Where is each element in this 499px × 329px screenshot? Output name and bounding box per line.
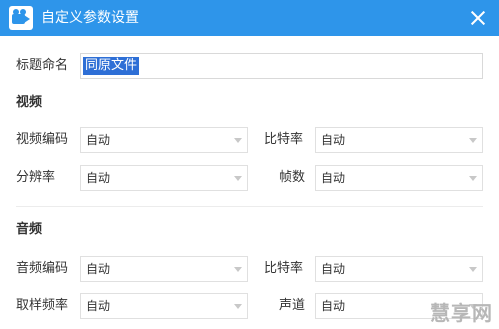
- video-bitrate-label: 比特率: [264, 132, 304, 147]
- dialog-title: 自定义参数设置: [41, 10, 139, 26]
- framerate-label: 帧数: [279, 170, 306, 185]
- channel-value: 自动: [321, 299, 346, 313]
- audio-codec-value: 自动: [86, 262, 111, 276]
- samplerate-value: 自动: [86, 299, 111, 313]
- video-bitrate-select[interactable]: 自动: [315, 127, 483, 153]
- video-section-title: 视频: [16, 95, 43, 110]
- samplerate-label: 取样频率: [16, 298, 69, 313]
- framerate-select[interactable]: 自动: [315, 165, 483, 191]
- audio-section-title: 音频: [16, 222, 43, 237]
- chevron-down-icon: [234, 176, 242, 181]
- chevron-down-icon: [234, 304, 242, 309]
- title-name-label: 标题命名: [16, 58, 69, 73]
- video-codec-label: 视频编码: [16, 132, 69, 147]
- chevron-down-icon: [469, 267, 477, 272]
- chevron-down-icon: [234, 138, 242, 143]
- chevron-down-icon: [469, 176, 477, 181]
- watermark-logo: 慧享网: [430, 301, 493, 325]
- channel-label: 声道: [279, 298, 306, 313]
- title-name-value: 同原文件: [83, 57, 140, 75]
- audio-bitrate-value: 自动: [321, 262, 346, 276]
- resolution-select[interactable]: 自动: [80, 165, 248, 191]
- audio-bitrate-label: 比特率: [264, 261, 304, 276]
- title-name-input[interactable]: 同原文件: [80, 53, 483, 79]
- section-divider: [16, 206, 483, 207]
- video-codec-select[interactable]: 自动: [80, 127, 248, 153]
- chevron-down-icon: [469, 138, 477, 143]
- close-icon[interactable]: [469, 9, 487, 27]
- audio-bitrate-select[interactable]: 自动: [315, 256, 483, 282]
- title-bar: 自定义参数设置: [0, 0, 499, 36]
- video-codec-value: 自动: [86, 133, 111, 147]
- samplerate-select[interactable]: 自动: [80, 293, 248, 319]
- chevron-down-icon: [234, 267, 242, 272]
- audio-codec-select[interactable]: 自动: [80, 256, 248, 282]
- audio-codec-label: 音频编码: [16, 261, 69, 276]
- resolution-value: 自动: [86, 171, 111, 185]
- video-camera-icon: [9, 6, 33, 30]
- settings-dialog: 自定义参数设置 标题命名 同原文件 视频 视频编码 自动 比特率 自动 分辨率 …: [0, 0, 499, 329]
- video-bitrate-value: 自动: [321, 133, 346, 147]
- resolution-label: 分辨率: [16, 170, 56, 185]
- framerate-value: 自动: [321, 171, 346, 185]
